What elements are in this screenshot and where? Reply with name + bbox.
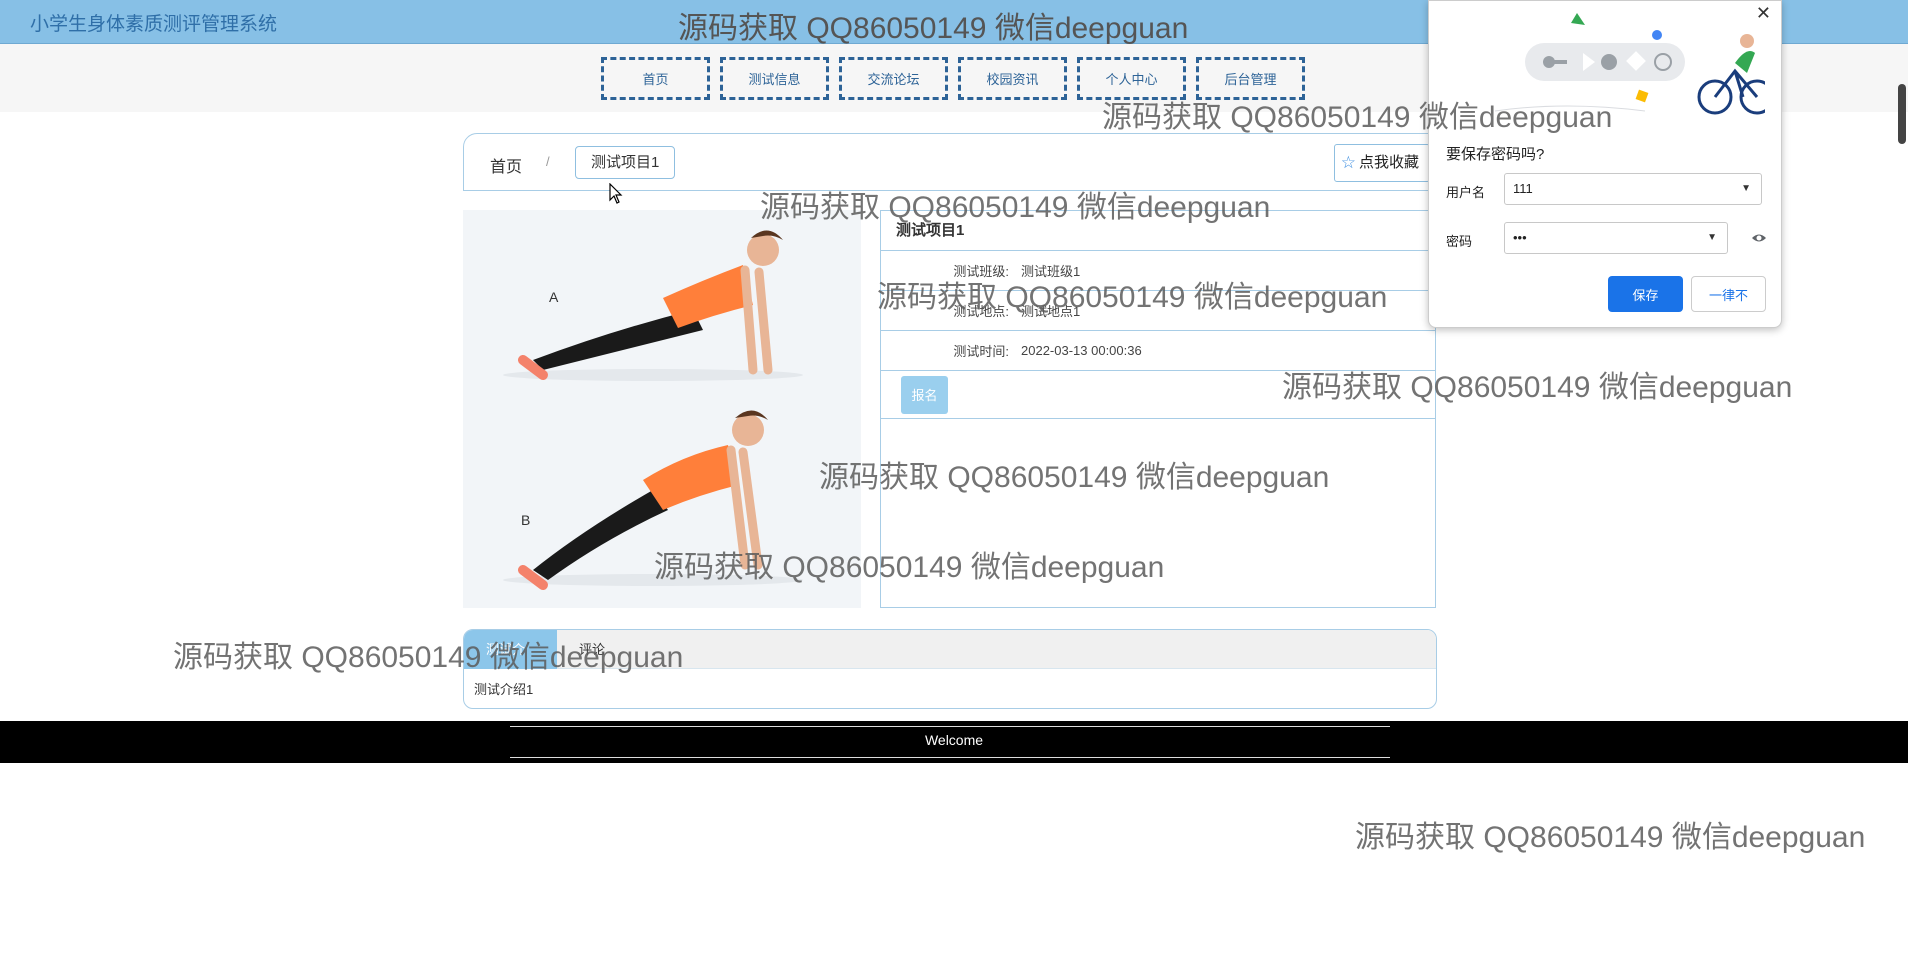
username-value: 111 <box>1513 181 1533 196</box>
mouse-cursor-icon <box>609 183 623 204</box>
eye-icon[interactable] <box>1751 231 1767 245</box>
breadcrumb-separator: / <box>546 154 550 169</box>
detail-value: 2022-03-13 00:00:36 <box>1021 343 1142 358</box>
footer-divider <box>510 757 1390 758</box>
save-password-dialog: ✕ 要保存密码吗? 用户名 111 ▼ 密码 ••• ▼ 保存 一律不 <box>1428 0 1782 328</box>
tabs-panel: 测试介绍 评论 测试介绍1 <box>463 629 1437 709</box>
detail-label: 测试班级: <box>953 264 1009 279</box>
password-field[interactable]: ••• ▼ <box>1504 222 1728 254</box>
breadcrumb-home[interactable]: 首页 <box>490 153 522 177</box>
chevron-down-icon: ▼ <box>1707 232 1717 243</box>
detail-value: 测试班级1 <box>1021 264 1081 279</box>
project-detail-table: 测试项目1 测试班级: 测试班级1 测试地点: 测试地点1 测试时间: 2022… <box>880 210 1436 608</box>
detail-row-location: 测试地点: 测试地点1 <box>881 291 1435 331</box>
watermark: 源码获取 QQ86050149 微信deepguan <box>1355 821 1866 854</box>
watermark: 源码获取 QQ86050149 微信deepguan <box>678 12 1189 45</box>
detail-label: 测试时间: <box>953 344 1009 359</box>
save-password-button[interactable]: 保存 <box>1608 276 1683 312</box>
tab-comments[interactable]: 评论 <box>557 630 627 669</box>
pushup-illustration: A B <box>463 210 861 608</box>
nav-list: 首页 测试信息 交流论坛 校园资讯 个人中心 后台管理 <box>601 57 1305 100</box>
project-photo: A B <box>463 210 861 608</box>
tab-header: 测试介绍 评论 <box>464 630 1436 696</box>
password-value: ••• <box>1513 230 1527 245</box>
system-title: 小学生身体素质测评管理系统 <box>30 14 278 35</box>
nav-item-test-info[interactable]: 测试信息 <box>720 57 829 100</box>
never-save-button[interactable]: 一律不 <box>1691 276 1766 312</box>
photo-label-a: A <box>549 289 559 305</box>
dialog-title: 要保存密码吗? <box>1446 146 1545 163</box>
favorite-button[interactable]: ☆ 点我收藏 <box>1333 144 1430 182</box>
nav-item-admin[interactable]: 后台管理 <box>1196 57 1305 100</box>
breadcrumb-current[interactable]: 测试项目1 <box>575 146 676 179</box>
project-title: 测试项目1 <box>881 211 1435 251</box>
signup-row: 报名 <box>881 371 1435 419</box>
tab-introduction[interactable]: 测试介绍 <box>464 630 557 696</box>
cyclist-icon <box>1697 34 1765 115</box>
nav-item-campus-news[interactable]: 校园资讯 <box>958 57 1067 100</box>
footer-text: Welcome <box>924 732 984 748</box>
photo-label-b: B <box>521 512 530 528</box>
page: 小学生身体素质测评管理系统 源码获取 QQ86050149 微信deepguan… <box>0 0 1908 956</box>
nav-item-forum[interactable]: 交流论坛 <box>839 57 948 100</box>
detail-row-time: 测试时间: 2022-03-13 00:00:36 <box>881 331 1435 371</box>
password-illustration <box>1494 13 1765 115</box>
tab-content: 测试介绍1 <box>474 682 534 697</box>
password-label: 密码 <box>1446 234 1473 249</box>
footer: Welcome <box>0 721 1908 763</box>
detail-row-class: 测试班级: 测试班级1 <box>881 251 1435 291</box>
chevron-down-icon: ▼ <box>1741 183 1751 194</box>
username-field[interactable]: 111 ▼ <box>1504 173 1762 205</box>
username-label: 用户名 <box>1446 185 1486 200</box>
footer-divider <box>510 726 1390 727</box>
favorite-label: 点我收藏 <box>1358 154 1419 171</box>
detail-value: 测试地点1 <box>1021 304 1081 319</box>
signup-button[interactable]: 报名 <box>901 375 948 414</box>
detail-label: 测试地点: <box>953 304 1009 319</box>
nav-item-home[interactable]: 首页 <box>601 57 710 100</box>
star-icon: ☆ <box>1340 153 1356 172</box>
scrollbar-thumb[interactable] <box>1898 84 1906 144</box>
nav-item-user-center[interactable]: 个人中心 <box>1077 57 1186 100</box>
